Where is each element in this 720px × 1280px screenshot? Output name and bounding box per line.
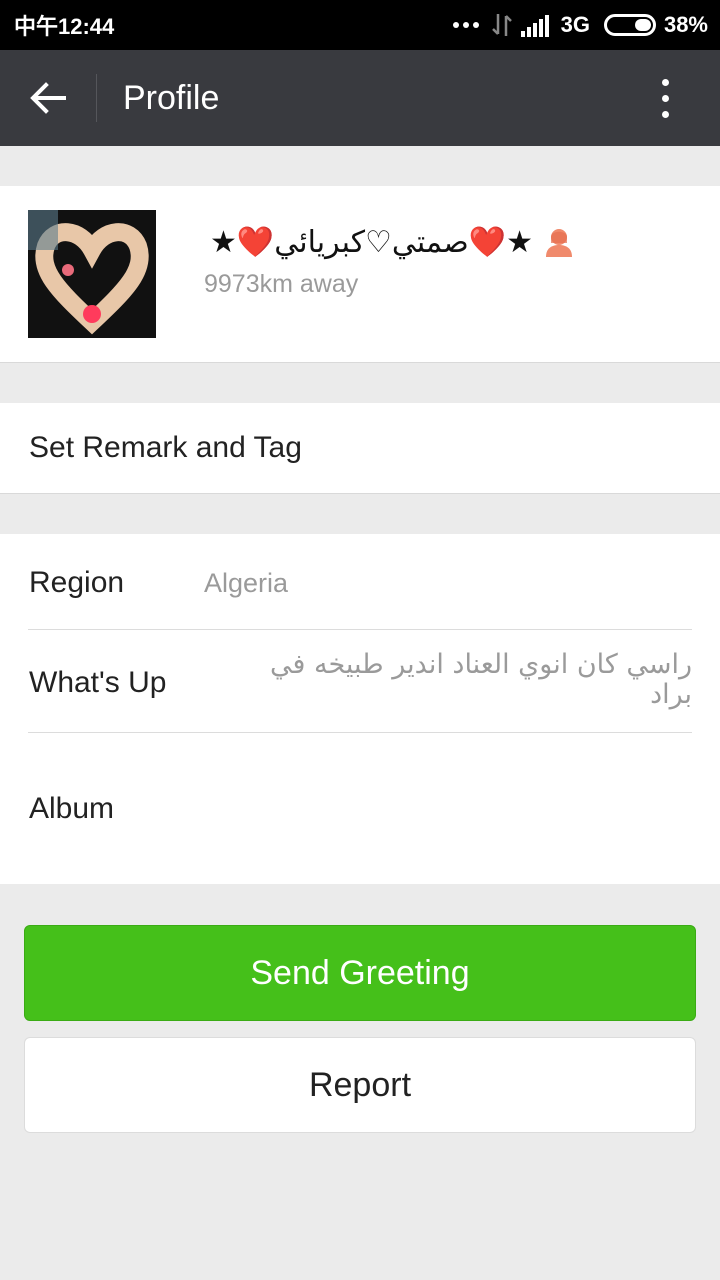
- app-bar: Profile: [0, 50, 720, 146]
- row-divider: [28, 732, 692, 733]
- back-button[interactable]: [0, 50, 96, 146]
- more-vertical-icon: [661, 78, 669, 118]
- battery-icon: [603, 14, 656, 36]
- battery-percent: 38%: [663, 12, 708, 37]
- avatar-image: [28, 210, 156, 338]
- distance-text: 9973km away: [204, 270, 359, 298]
- more-notifications-icon: [452, 22, 479, 28]
- profile-name: ★❤️صمتي♡كبريائي❤️★: [210, 224, 533, 260]
- status-icons: 3G 38%: [452, 12, 708, 38]
- info-card: Region Algeria What's Up راسي كان انوي ا…: [0, 534, 720, 884]
- status-bar: 中午12:44 3G 38%: [0, 0, 720, 50]
- region-value: Algeria: [204, 568, 289, 598]
- set-remark-row[interactable]: Set Remark and Tag: [0, 403, 720, 494]
- more-options-button[interactable]: [610, 50, 720, 146]
- profile-name-row: ★❤️صمتي♡كبريائي❤️★: [210, 216, 630, 268]
- send-greeting-button[interactable]: Send Greeting: [24, 925, 696, 1021]
- region-label: Region: [29, 566, 125, 599]
- arrow-left-icon: [30, 82, 66, 114]
- whatsup-label: What's Up: [29, 666, 167, 699]
- network-type: 3G: [560, 12, 590, 37]
- appbar-divider: [96, 74, 97, 122]
- avatar[interactable]: [28, 210, 156, 338]
- report-button[interactable]: Report: [24, 1037, 696, 1133]
- set-remark-label: Set Remark and Tag: [29, 431, 302, 464]
- signal-icon: [520, 15, 549, 37]
- female-user-icon: [546, 229, 572, 257]
- album-label: Album: [29, 792, 115, 825]
- page-title: Profile: [123, 78, 220, 117]
- row-divider: [28, 629, 692, 630]
- profile-card: ★❤️صمتي♡كبريائي❤️★ 9973km away: [0, 186, 720, 363]
- whatsup-value: راسي كان انوي العناد اندير طبيخه في براد: [269, 649, 692, 710]
- status-time: 中午12:44: [14, 14, 115, 39]
- data-transfer-icon: [491, 14, 512, 36]
